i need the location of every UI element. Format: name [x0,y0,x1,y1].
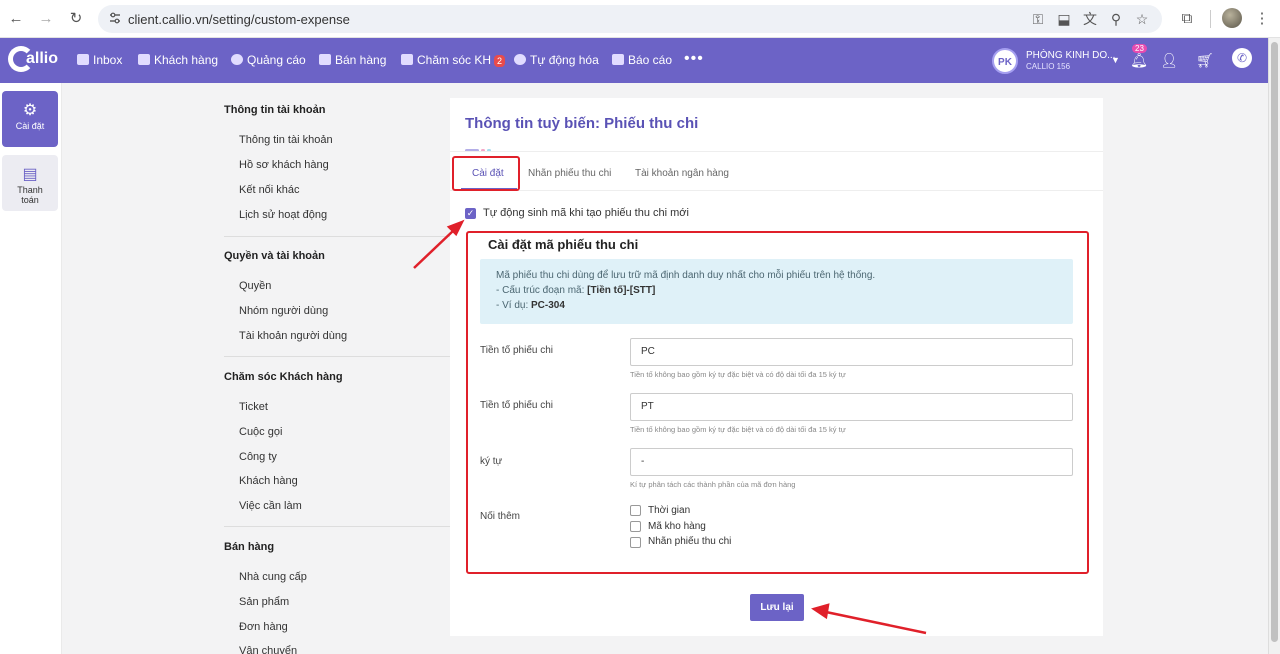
title-decoration [465,141,493,152]
tab-nhan-phieu-thu-chi[interactable]: Nhãn phiếu thu chi [528,168,611,179]
user-name: PHÒNG KINH DO... [1026,50,1116,61]
forward-icon[interactable]: → [36,9,56,29]
nav-cham-soc-kh[interactable]: Chăm sóc KH 2 [401,53,506,69]
menu-item[interactable]: Lịch sử hoạt động [239,209,327,221]
translate-icon[interactable]: 文 [1082,11,1098,27]
menu-item[interactable]: Công ty [239,451,277,463]
menu-item[interactable]: Khách hàng [239,475,298,487]
callio-logo[interactable]: allio [8,44,60,76]
menu-item[interactable]: Thông tin tài khoản [239,134,333,146]
annotation-tab-highlight [452,156,520,191]
menu-section-title: Bán hàng [224,541,275,553]
sales-icon [319,54,331,65]
more-menu-button[interactable]: ••• [684,50,704,68]
install-icon[interactable]: ⬓ [1056,11,1072,27]
menu-section-title: Chăm sóc Khách hàng [224,371,343,383]
divider [450,151,1103,152]
save-button[interactable]: Lưu lại [750,594,804,621]
annotation-section-highlight [466,231,1089,574]
report-icon [612,54,624,65]
tab-tai-khoan-ngan-hang[interactable]: Tài khoản ngân hàng [635,168,729,179]
browser-toolbar: ← → ↻ client.callio.vn/setting/custom-ex… [0,0,1280,38]
menu-item[interactable]: Việc cần làm [239,500,302,512]
menu-section-title: Quyền và tài khoản [224,250,325,262]
bell-icon[interactable]: 🔔︎ [1130,51,1148,69]
rail-item-settings[interactable]: ⚙ Cài đặt [2,91,58,147]
nav-inbox[interactable]: Inbox [77,53,122,69]
address-bar[interactable]: client.callio.vn/setting/custom-expense … [98,5,1162,33]
ads-icon [231,54,243,65]
care-badge: 2 [494,55,506,67]
auto-generate-checkbox[interactable]: ✓ [465,208,476,219]
zoom-icon[interactable]: ⚲ [1108,11,1124,27]
extensions-icon[interactable]: ⧉ [1177,9,1197,29]
inbox-icon [77,54,89,65]
left-rail: ⚙ Cài đặt ▤ Thanh toán [0,83,62,654]
menu-section-title: Thông tin tài khoản [224,104,326,116]
page-scrollbar[interactable] [1268,38,1280,654]
back-icon[interactable]: ← [6,9,26,29]
nav-quang-cao[interactable]: Quảng cáo [231,53,306,69]
app-top-nav: allio Inbox Khách hàng Quảng cáo Bán hàn… [0,38,1268,83]
notification-badge: 23 [1132,44,1147,53]
menu-item[interactable]: Sản phẩm [239,596,289,608]
phone-icon[interactable]: ✆ [1232,48,1252,68]
toolbar-divider [1210,10,1211,28]
nav-tu-dong-hoa[interactable]: Tự động hóa [514,53,599,69]
menu-item[interactable]: Ticket [239,401,268,413]
automation-icon [514,54,526,65]
reload-icon[interactable]: ↻ [66,9,86,29]
nav-khach-hang[interactable]: Khách hàng [138,53,218,69]
key-icon[interactable]: ⚿ [1030,11,1046,27]
site-settings-icon[interactable] [108,11,122,25]
menu-item[interactable]: Hồ sơ khách hàng [239,159,329,171]
page-title: Thông tin tuỳ biến: Phiếu thu chi [465,115,699,132]
auto-generate-label: Tự động sinh mã khi tạo phiếu thu chi mớ… [483,207,689,219]
url-text: client.callio.vn/setting/custom-expense [128,12,350,27]
cart-icon[interactable]: 🛒︎ [1196,51,1214,69]
care-icon [401,54,413,65]
users-icon[interactable]: 👤︎ [1160,51,1178,69]
settings-menu: Thông tin tài khoản Thông tin tài khoản … [62,83,490,654]
nav-ban-hang[interactable]: Bán hàng [319,53,386,69]
menu-item[interactable]: Nhà cung cấp [239,571,307,583]
user-menu[interactable]: PK PHÒNG KINH DO... CALLIO 156 ▼ [992,48,1122,74]
receipt-icon: ▤ [22,166,38,183]
chevron-down-icon: ▼ [1111,55,1120,65]
tabs-divider [450,190,1103,191]
user-company: CALLIO 156 [1026,62,1071,71]
profile-avatar[interactable] [1222,8,1242,28]
customers-icon [138,54,150,65]
menu-item[interactable]: Tài khoản người dùng [239,330,347,342]
menu-item[interactable]: Kết nối khác [239,184,300,196]
menu-item[interactable]: Quyền [239,280,271,292]
menu-icon[interactable]: ⋮ [1252,9,1272,29]
menu-item[interactable]: Cuộc gọi [239,426,282,438]
menu-item[interactable]: Đơn hàng [239,621,288,633]
rail-item-billing[interactable]: ▤ Thanh toán [2,155,58,211]
menu-item[interactable]: Vận chuyển [239,645,297,654]
avatar: PK [992,48,1018,74]
star-icon[interactable]: ☆ [1134,11,1150,27]
nav-bao-cao[interactable]: Báo cáo [612,53,672,69]
gear-icon: ⚙ [22,102,38,119]
menu-item[interactable]: Nhóm người dùng [239,305,328,317]
